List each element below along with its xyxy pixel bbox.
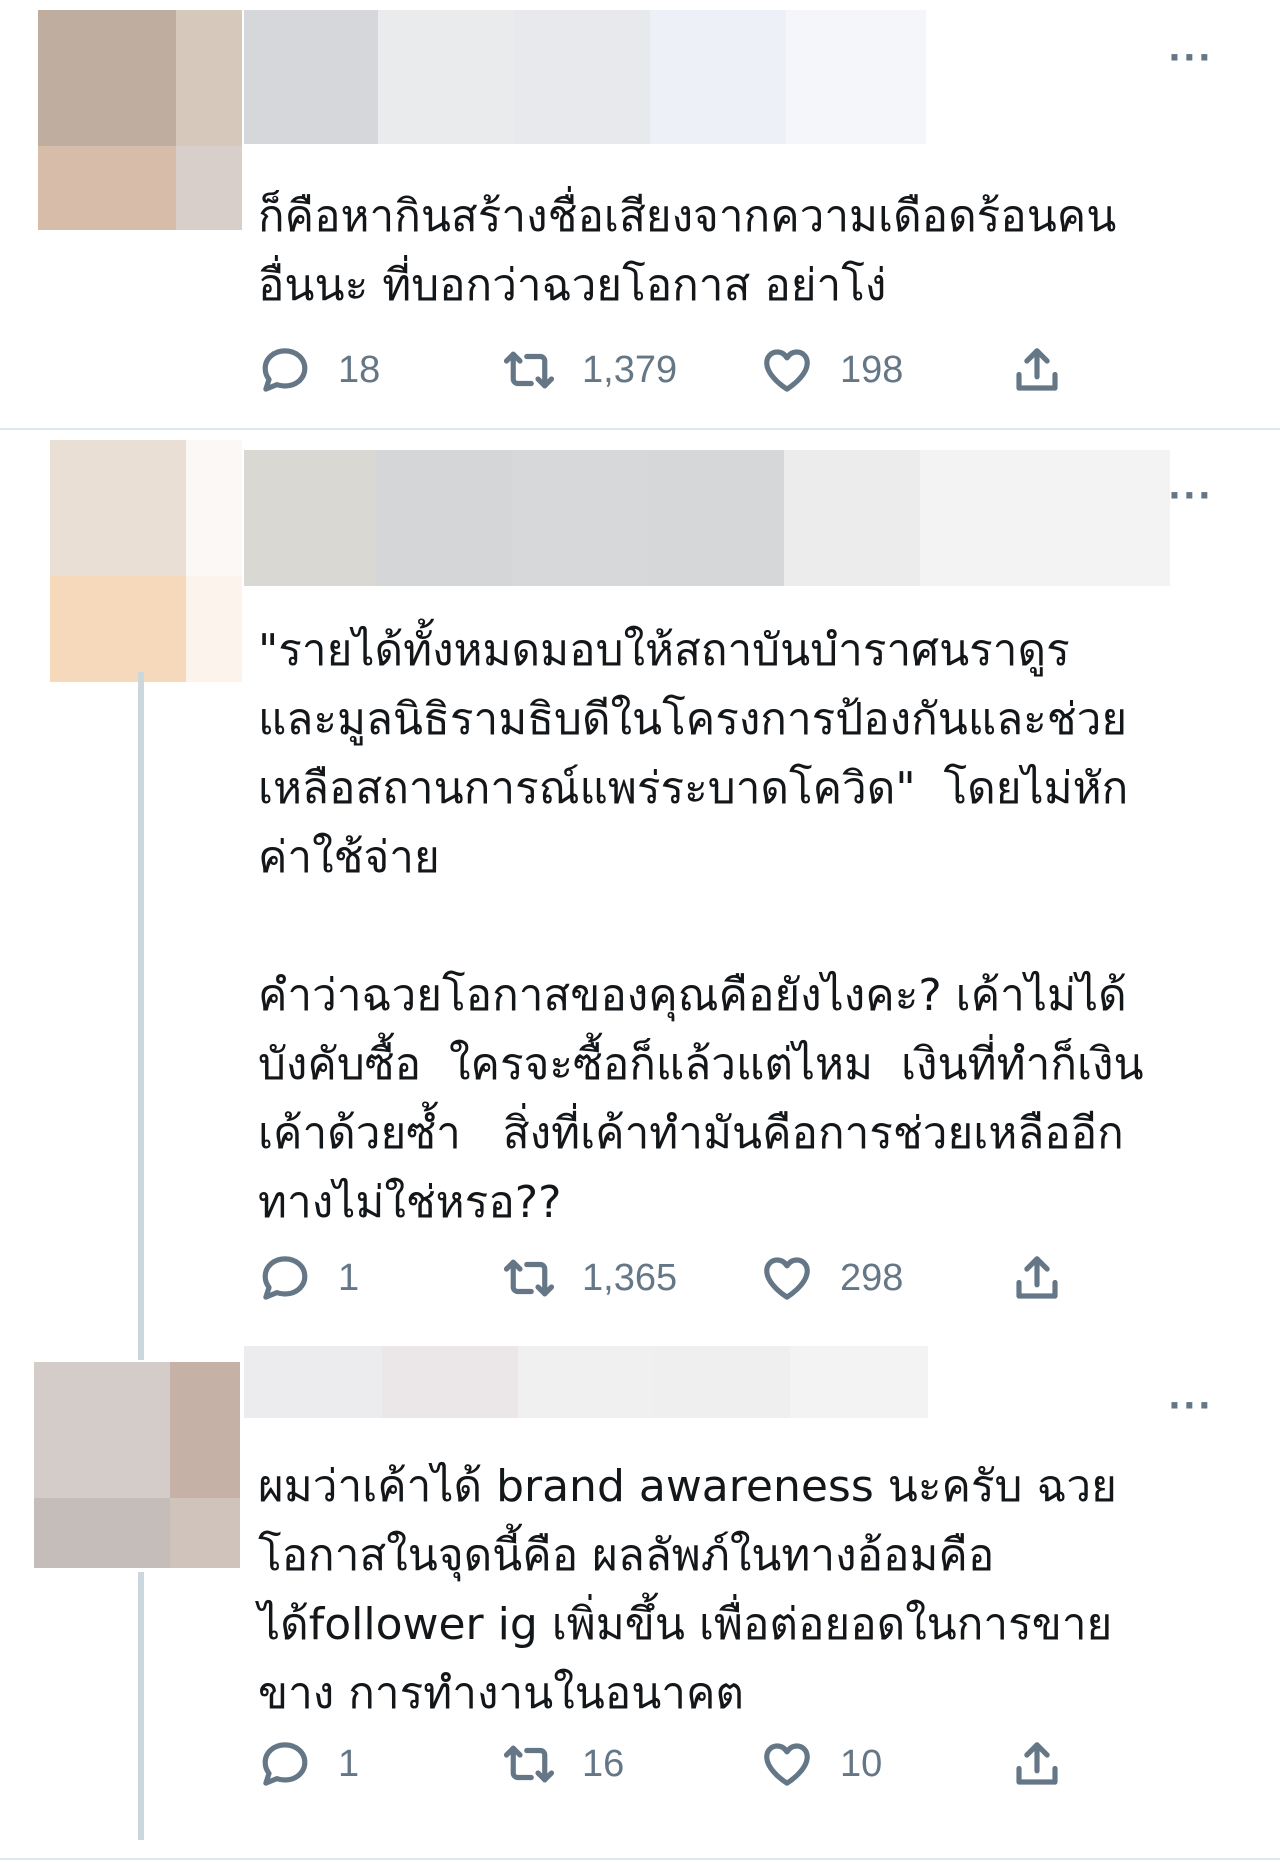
heart-icon bbox=[764, 1257, 810, 1300]
avatar[interactable] bbox=[38, 10, 242, 230]
username-obscured[interactable] bbox=[244, 10, 926, 144]
share-button[interactable] bbox=[1010, 340, 1064, 400]
like-button[interactable]: 10 bbox=[760, 1734, 882, 1794]
tweet-text: "รายได้ทั้งหมดมอบให้สถาบันบำราศนราดูร แล… bbox=[258, 625, 1144, 1228]
name-pixel bbox=[514, 10, 650, 144]
reply-icon bbox=[262, 1256, 308, 1300]
avatar-pixel bbox=[170, 1362, 240, 1498]
name-pixel bbox=[920, 450, 1170, 586]
name-pixel bbox=[378, 10, 514, 144]
tweet-actions: 18 1,379 198 bbox=[258, 340, 1118, 400]
avatar-pixel bbox=[34, 1362, 170, 1498]
name-pixel bbox=[244, 1346, 382, 1418]
retweet-count: 16 bbox=[582, 1742, 625, 1785]
reply-icon bbox=[262, 1742, 308, 1786]
retweet-icon bbox=[503, 351, 555, 389]
reply-icon bbox=[262, 348, 308, 392]
share-icon bbox=[1016, 348, 1058, 391]
more-options-icon[interactable]: ··· bbox=[1168, 41, 1213, 75]
avatar-pixel bbox=[176, 10, 242, 146]
more-options-icon[interactable]: ··· bbox=[1168, 479, 1213, 513]
like-button[interactable]: 298 bbox=[760, 1248, 903, 1308]
name-pixel bbox=[786, 10, 926, 144]
retweet-button[interactable]: 16 bbox=[502, 1734, 624, 1794]
retweet-count: 1,365 bbox=[582, 1256, 678, 1299]
avatar-pixel bbox=[38, 146, 176, 230]
retweet-button[interactable]: 1,379 bbox=[502, 340, 677, 400]
tweet-3[interactable]: ··· ผมว่าเค้าได้ brand awareness นะครับ … bbox=[0, 1346, 1280, 1862]
share-icon bbox=[1016, 1256, 1058, 1299]
tweet-text: ผมว่าเค้าได้ brand awareness นะครับ ฉวย … bbox=[258, 1461, 1117, 1719]
name-pixel bbox=[650, 10, 786, 144]
name-pixel bbox=[648, 450, 784, 586]
reply-count: 18 bbox=[338, 348, 381, 391]
reply-button[interactable]: 1 bbox=[258, 1734, 359, 1794]
avatar-pixel bbox=[38, 10, 176, 146]
name-pixel bbox=[376, 450, 512, 586]
reply-button[interactable]: 1 bbox=[258, 1248, 359, 1308]
like-count: 198 bbox=[840, 348, 904, 391]
name-pixel bbox=[382, 1346, 518, 1418]
like-count: 10 bbox=[840, 1742, 883, 1785]
heart-icon bbox=[764, 1743, 810, 1786]
avatar-pixel bbox=[176, 146, 242, 230]
tweet-text: ก็คือหากินสร้างชื่อเสียงจากความเดือดร้อน… bbox=[258, 191, 1117, 311]
retweet-button[interactable]: 1,365 bbox=[502, 1248, 677, 1308]
reply-count: 1 bbox=[338, 1256, 360, 1299]
share-icon bbox=[1016, 1742, 1058, 1785]
avatar-pixel bbox=[34, 1498, 170, 1568]
username-obscured[interactable] bbox=[244, 450, 1170, 586]
thread-line bbox=[138, 1572, 144, 1840]
retweet-icon bbox=[503, 1745, 555, 1783]
name-pixel bbox=[512, 450, 648, 586]
more-options-icon[interactable]: ··· bbox=[1168, 1389, 1213, 1423]
avatar[interactable] bbox=[50, 440, 242, 682]
tweet-1[interactable]: ··· ก็คือหากินสร้างชื่อเสียงจากความเดือด… bbox=[0, 0, 1280, 428]
share-button[interactable] bbox=[1010, 1248, 1064, 1308]
thread-line bbox=[138, 672, 144, 1360]
name-pixel bbox=[784, 450, 920, 586]
share-button[interactable] bbox=[1010, 1734, 1064, 1794]
username-obscured[interactable] bbox=[244, 1346, 928, 1418]
reply-count: 1 bbox=[338, 1742, 360, 1785]
like-count: 298 bbox=[840, 1256, 904, 1299]
name-pixel bbox=[790, 1346, 928, 1418]
avatar-pixel bbox=[186, 440, 242, 576]
reply-button[interactable]: 18 bbox=[258, 340, 380, 400]
avatar-pixel bbox=[50, 576, 186, 682]
name-pixel bbox=[244, 10, 378, 144]
tweet-actions: 1 1,365 298 bbox=[258, 1248, 1118, 1308]
name-pixel bbox=[654, 1346, 790, 1418]
avatar[interactable] bbox=[34, 1362, 240, 1568]
heart-icon bbox=[764, 349, 810, 392]
tweet-divider bbox=[0, 1858, 1280, 1860]
avatar-pixel bbox=[186, 576, 242, 682]
tweet-actions: 1 16 10 bbox=[258, 1734, 1118, 1794]
retweet-icon bbox=[503, 1259, 555, 1297]
like-button[interactable]: 198 bbox=[760, 340, 903, 400]
avatar-pixel bbox=[170, 1498, 240, 1568]
name-pixel bbox=[518, 1346, 654, 1418]
name-pixel bbox=[244, 450, 376, 586]
retweet-count: 1,379 bbox=[582, 348, 678, 391]
tweet-2[interactable]: ··· "รายได้ทั้งหมดมอบให้สถาบันบำราศนราดู… bbox=[0, 430, 1280, 1330]
avatar-pixel bbox=[50, 440, 186, 576]
